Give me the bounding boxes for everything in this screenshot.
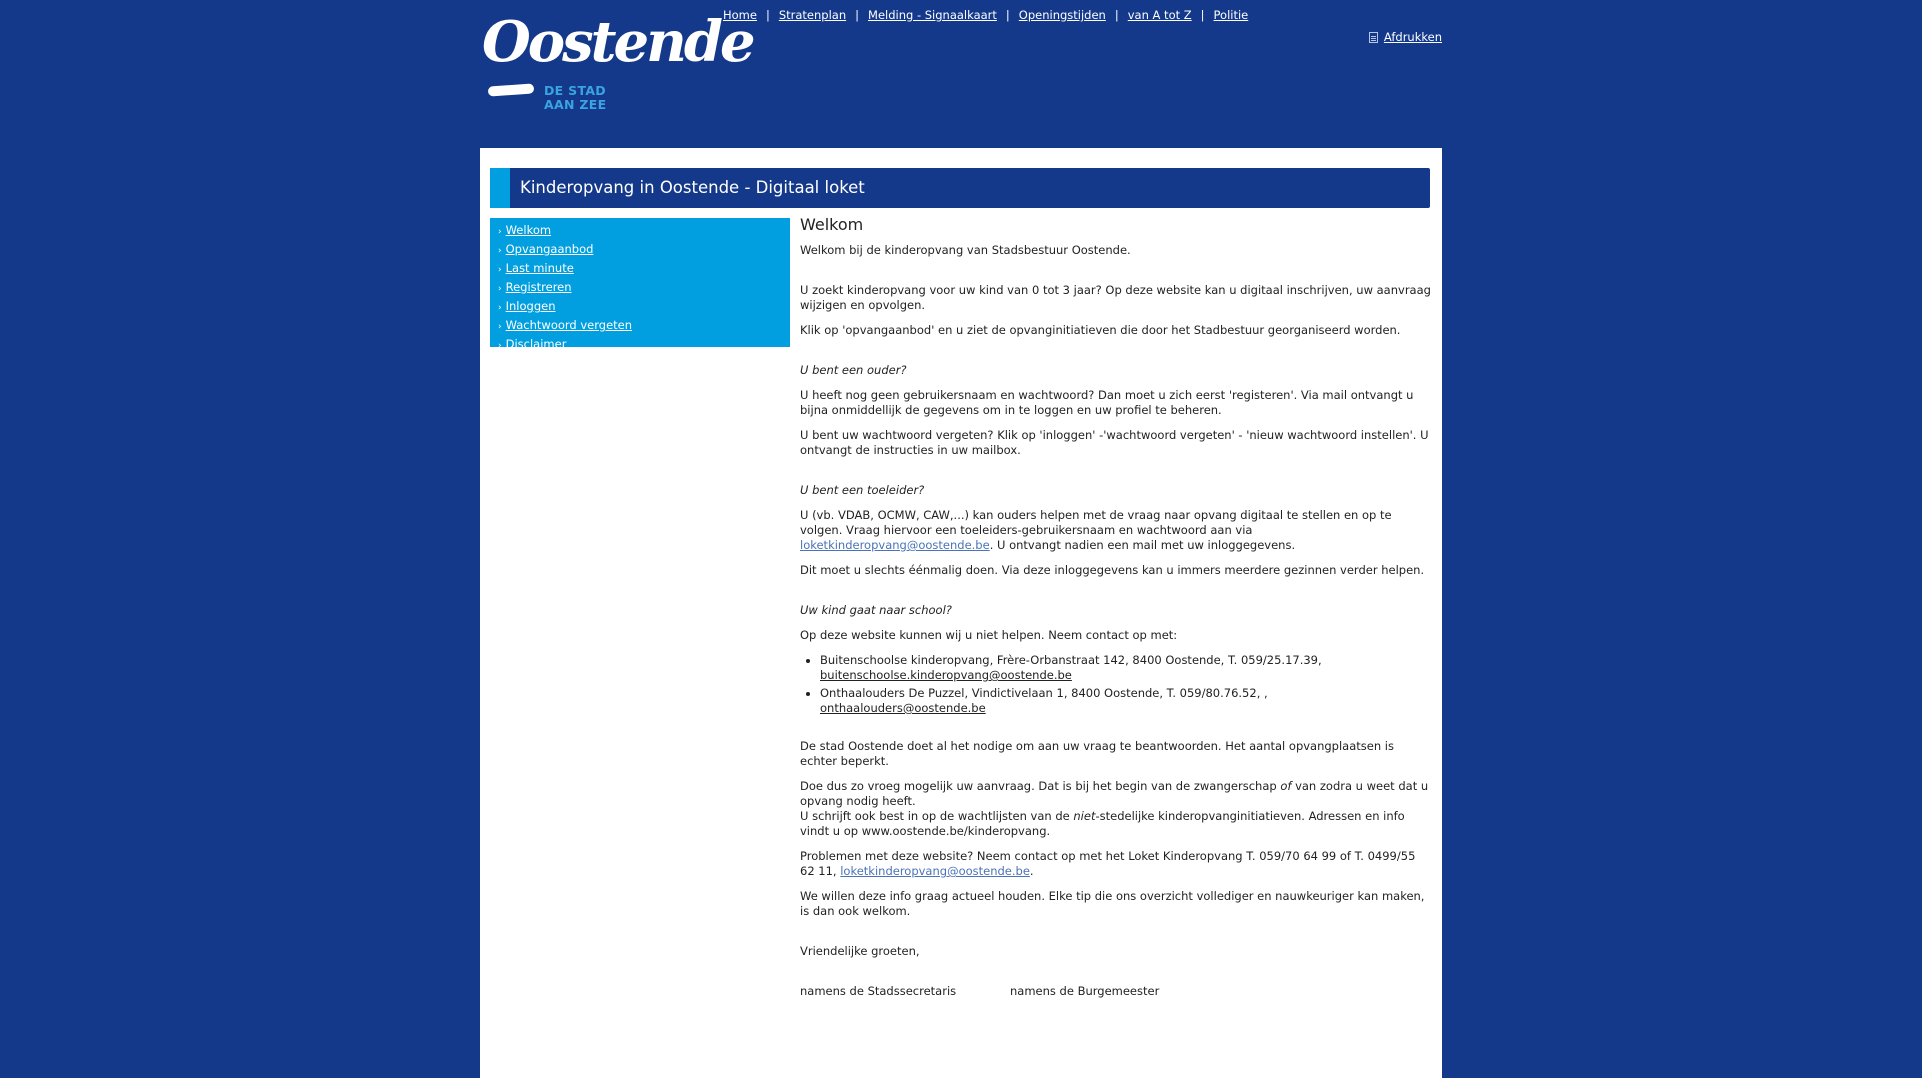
problems-email-link[interactable]: loketkinderopvang@oostende.be — [840, 864, 1030, 878]
sidebar-item-opvangaanbod: › Opvangaanbod — [498, 241, 790, 260]
closing-text-c: U schrijft ook best in op de wachtlijste… — [800, 809, 1074, 823]
chevron-right-icon: › — [498, 303, 502, 313]
nav-separator: | — [1114, 8, 1119, 22]
sidebar-item-last-minute: › Last minute — [498, 260, 790, 279]
chevron-right-icon: › — [498, 341, 502, 351]
paragraph-inschrijven: U zoekt kinderopvang voor uw kind van 0 … — [800, 283, 1431, 312]
guide-email-link[interactable]: loketkinderopvang@oostende.be — [800, 538, 990, 552]
nav-openingstijden[interactable]: Openingstijden — [1019, 8, 1106, 22]
nav-separator: | — [765, 8, 770, 22]
nav-van-a-tot-z[interactable]: van A tot Z — [1128, 8, 1192, 22]
logo-swoosh-icon — [487, 83, 535, 97]
question-guide: U bent een toeleider? — [800, 483, 925, 497]
closing-text-of: of — [1280, 779, 1292, 793]
sidebar-link-disclaimer[interactable]: Disclaimer — [506, 337, 567, 351]
top-navigation: Home | Stratenplan | Melding - Signaalkaart |… — [723, 8, 1248, 22]
greeting-text: Vriendelijke groeten, — [800, 944, 920, 958]
main-content: Welkom Welkom bij de kinderopvang van St… — [800, 214, 1432, 1009]
nav-home[interactable]: Home — [723, 8, 757, 22]
print-document-icon[interactable] — [1368, 32, 1378, 43]
sidebar-link-registreren[interactable]: Registreren — [506, 280, 572, 294]
intro-text: Welkom bij de kinderopvang van Stadsbest… — [800, 243, 1131, 257]
sidebar-item-inloggen: › Inloggen — [498, 298, 790, 317]
nav-separator: | — [1200, 8, 1205, 22]
closing-text-a: Doe dus zo vroeg mogelijk uw aanvraag. D… — [800, 779, 1281, 793]
chevron-right-icon: › — [498, 322, 502, 332]
sidebar-item-welkom: › Welkom — [498, 222, 790, 241]
logo-wordmark: Oostende — [482, 9, 756, 75]
contact-text: Onthaalouders De Puzzel, Vindictivelaan … — [820, 686, 1268, 700]
signature-secretary: namens de Stadssecretaris — [800, 984, 957, 998]
sidebar-item-registreren: › Registreren — [498, 279, 790, 298]
sidebar-item-wachtwoord-vergeten: › Wachtwoord vergeten — [498, 317, 790, 336]
question-parent: U bent een ouder? — [800, 363, 907, 377]
chevron-right-icon: › — [498, 265, 502, 275]
sidebar-navigation: › Welkom › Opvangaanbod › Last minute › Regi… — [490, 218, 790, 351]
contact-email-link[interactable]: onthaalouders@oostende.be — [820, 701, 986, 715]
paragraph-feedback: We willen deze info graag actueel houden… — [800, 889, 1425, 918]
paragraph-closing-early: Doe dus zo vroeg mogelijk uw aanvraag. D… — [800, 779, 1432, 839]
guide-text-a: U (vb. VDAB, OCMW, CAW,...) kan ouders h… — [800, 508, 1392, 537]
signature-row: namens de Stadssecretaris namens de Burge… — [800, 984, 1432, 999]
logo-tagline-line2: AAN ZEE — [544, 97, 607, 112]
sidebar-link-welkom[interactable]: Welkom — [506, 223, 551, 237]
nav-melding-signaalkaart[interactable]: Melding - Signaalkaart — [868, 8, 997, 22]
sidebar-link-last-minute[interactable]: Last minute — [506, 261, 574, 275]
list-item: Buitenschoolse kinderopvang, Frère-Orban… — [820, 653, 1432, 683]
school-contact-list: Buitenschoolse kinderopvang, Frère-Orban… — [800, 653, 1432, 716]
closing-text-niet: niet — [1073, 809, 1096, 823]
print-link[interactable]: Afdrukken — [1384, 30, 1442, 44]
print-control: Afdrukken — [1368, 30, 1442, 44]
logo-tagline-line1: DE STAD — [544, 83, 606, 98]
guide-text-b: . U ontvangt nadien een mail met uw inlo… — [989, 538, 1296, 552]
sidebar-item-disclaimer: › Disclaimer — [498, 336, 790, 355]
nav-politie[interactable]: Politie — [1214, 8, 1249, 22]
paragraph-problems: Problemen met deze website? Neem contact… — [800, 849, 1432, 879]
paragraph-opvangaanbod: Klik op 'opvangaanbod' en u ziet de opva… — [800, 323, 1401, 337]
paragraph-school: Op deze website kunnen wij u niet helpen… — [800, 628, 1178, 642]
paragraph-guide-request: U (vb. VDAB, OCMW, CAW,...) kan ouders h… — [800, 508, 1432, 553]
chevron-right-icon: › — [498, 227, 502, 237]
paragraph-parent-register: U heeft nog geen gebruikersnaam en wacht… — [800, 388, 1414, 417]
sidebar-link-inloggen[interactable]: Inloggen — [506, 299, 556, 313]
signature-mayor: namens de Burgemeester — [1010, 984, 1160, 998]
list-item: Onthaalouders De Puzzel, Vindictivelaan … — [820, 686, 1432, 716]
sidebar-link-opvangaanbod[interactable]: Opvangaanbod — [506, 242, 594, 256]
nav-separator: | — [1005, 8, 1010, 22]
page-title: Kinderopvang in Oostende - Digitaal loke… — [520, 178, 865, 197]
page-title-bar: Kinderopvang in Oostende - Digitaal loke… — [490, 168, 1430, 208]
sidebar-link-wachtwoord-vergeten[interactable]: Wachtwoord vergeten — [506, 318, 632, 332]
question-school: Uw kind gaat naar school? — [800, 603, 952, 617]
nav-stratenplan[interactable]: Stratenplan — [779, 8, 846, 22]
oostende-logo[interactable]: Oostende DE STAD AAN ZEE — [482, 12, 756, 117]
contact-email-link[interactable]: buitenschoolse.kinderopvang@oostende.be — [820, 668, 1072, 682]
content-heading: Welkom — [800, 215, 864, 234]
main-panel: Kinderopvang in Oostende - Digitaal loke… — [480, 148, 1442, 1078]
nav-separator: | — [855, 8, 860, 22]
problems-text-b: . — [1029, 864, 1034, 878]
paragraph-closing-capacity: De stad Oostende doet al het nodige om a… — [800, 739, 1394, 768]
chevron-right-icon: › — [498, 246, 502, 256]
title-accent-bar — [490, 168, 510, 208]
paragraph-parent-password: U bent uw wachtwoord vergeten? Klik op '… — [800, 428, 1429, 457]
contact-text: Buitenschoolse kinderopvang, Frère-Orban… — [820, 653, 1322, 667]
chevron-right-icon: › — [498, 284, 502, 294]
paragraph-guide-once: Dit moet u slechts éénmalig doen. Via de… — [800, 563, 1425, 577]
logo-tagline: DE STAD AAN ZEE — [544, 84, 606, 112]
